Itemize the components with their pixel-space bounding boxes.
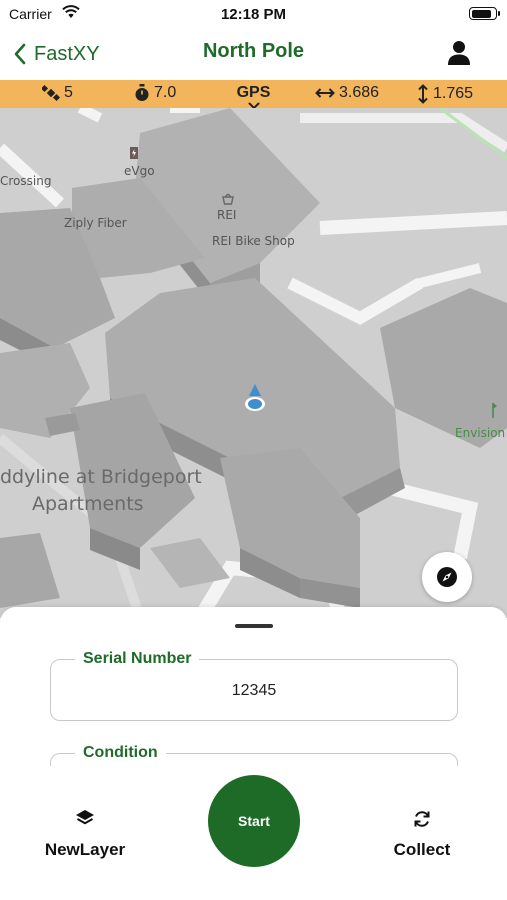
map-label-rei: REI [217, 208, 237, 222]
golf-icon [492, 403, 497, 418]
status-bar: Carrier 12:18 PM [0, 0, 507, 28]
vertical-arrows-icon [418, 84, 428, 104]
satellite-count-value: 5 [64, 84, 73, 101]
map-label-apartments-line2: Apartments [32, 493, 144, 515]
accuracy: 7.0 [134, 84, 176, 102]
clock: 12:18 PM [220, 6, 287, 23]
condition-label: Condition [75, 744, 166, 762]
serial-number-field[interactable]: Serial Number 12345 [50, 650, 458, 721]
serial-number-label: Serial Number [75, 650, 200, 668]
collect-label: Collect [393, 840, 451, 859]
compass-button[interactable] [422, 552, 472, 602]
new-layer-label: NewLayer [44, 840, 126, 859]
gps-mode-label: GPS [236, 84, 271, 101]
horizontal-accuracy-value: 3.686 [339, 84, 380, 101]
map-label-evgo: eVgo [124, 164, 155, 178]
person-icon [448, 41, 470, 65]
map-view[interactable]: Crossing eVgo Ziply Fiber REI REI Bike S… [0, 108, 507, 618]
serial-number-value[interactable]: 12345 [51, 682, 457, 700]
collect-button[interactable]: Collect [362, 808, 482, 860]
condition-field[interactable]: Condition [50, 744, 458, 766]
vertical-accuracy: 1.765 [417, 84, 473, 104]
condition-field-clip: Condition [40, 742, 470, 766]
start-button[interactable]: Start [208, 775, 300, 867]
map-label-rei-bike-shop: REI Bike Shop [212, 234, 295, 248]
gps-status-bar: 5 7.0 GPS 3.686 1.765 [0, 80, 507, 120]
stopwatch-icon [135, 84, 149, 101]
user-location-icon [245, 384, 265, 411]
compass-icon [437, 567, 457, 587]
layers-icon [76, 810, 94, 825]
map-label-envision: Envision [455, 426, 506, 440]
map-label-crossing: Crossing [0, 174, 52, 188]
page-title: North Pole [202, 40, 305, 62]
accuracy-value: 7.0 [154, 84, 177, 101]
satellite-count: 5 [42, 84, 73, 102]
map-background [0, 108, 507, 618]
satellite-icon [42, 84, 60, 102]
refresh-icon [414, 811, 430, 827]
battery-icon [469, 7, 500, 20]
navigation-bar: FastXY North Pole [0, 28, 507, 80]
map-label-ziply-fiber: Ziply Fiber [64, 216, 127, 230]
sheet-grabber[interactable] [235, 624, 273, 628]
charging-station-icon [130, 147, 138, 159]
horizontal-arrows-icon [315, 88, 335, 98]
profile-button[interactable] [447, 40, 471, 66]
vertical-accuracy-value: 1.765 [433, 85, 474, 102]
horizontal-accuracy: 3.686 [315, 84, 379, 102]
new-layer-button[interactable]: NewLayer [25, 808, 145, 860]
map-label-apartments-line1: ddyline at Bridgeport [0, 466, 202, 488]
shopping-basket-icon [222, 193, 234, 205]
